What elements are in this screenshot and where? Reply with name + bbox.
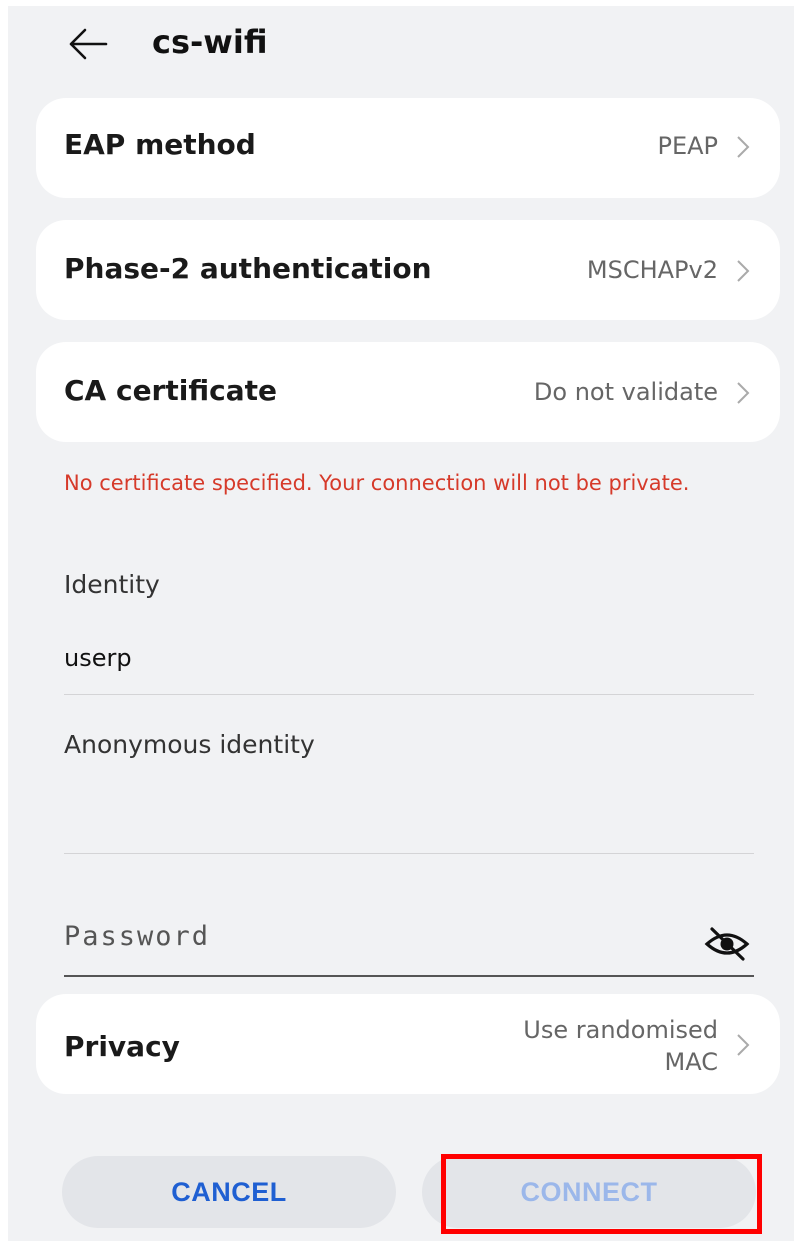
chevron-right-icon: [737, 260, 750, 282]
certificate-warning: No certificate specified. Your connectio…: [64, 471, 690, 495]
anonymous-identity-divider: [64, 853, 754, 854]
phase2-authentication-row[interactable]: Phase-2 authentication MSCHAPv2: [36, 220, 780, 320]
phase2-authentication-label: Phase-2 authentication: [64, 252, 432, 285]
eye-off-icon[interactable]: [704, 927, 750, 961]
identity-field[interactable]: userp: [64, 644, 132, 672]
arrow-left-icon[interactable]: [66, 24, 110, 64]
chevron-right-icon: [737, 1034, 750, 1056]
privacy-value-line2: MAC: [664, 1048, 718, 1076]
eap-method-value: PEAP: [657, 132, 718, 160]
privacy-value-line1: Use randomised: [523, 1016, 718, 1044]
identity-label: Identity: [64, 570, 160, 599]
ca-certificate-label: CA certificate: [64, 374, 277, 407]
password-input[interactable]: [64, 912, 684, 960]
connect-highlight-box: [441, 1154, 762, 1234]
cancel-button[interactable]: CANCEL: [62, 1156, 396, 1228]
password-underline: [64, 975, 754, 977]
ca-certificate-value: Do not validate: [533, 378, 718, 406]
header: cs-wifi: [8, 6, 794, 86]
chevron-right-icon: [737, 382, 750, 404]
ca-certificate-row[interactable]: CA certificate Do not validate: [36, 342, 780, 442]
eap-method-label: EAP method: [64, 128, 256, 161]
identity-divider: [64, 694, 754, 695]
page-title: cs-wifi: [152, 23, 268, 61]
privacy-row[interactable]: Privacy Use randomised MAC: [36, 994, 780, 1094]
anonymous-identity-label: Anonymous identity: [64, 730, 315, 759]
chevron-right-icon: [737, 136, 750, 158]
eap-method-row[interactable]: EAP method PEAP: [36, 98, 780, 198]
phase2-authentication-value: MSCHAPv2: [586, 256, 718, 284]
wifi-config-screen: cs-wifi EAP method PEAP Phase-2 authenti…: [8, 6, 794, 1241]
privacy-value: Use randomised MAC: [523, 1014, 718, 1078]
privacy-label: Privacy: [64, 1030, 180, 1063]
